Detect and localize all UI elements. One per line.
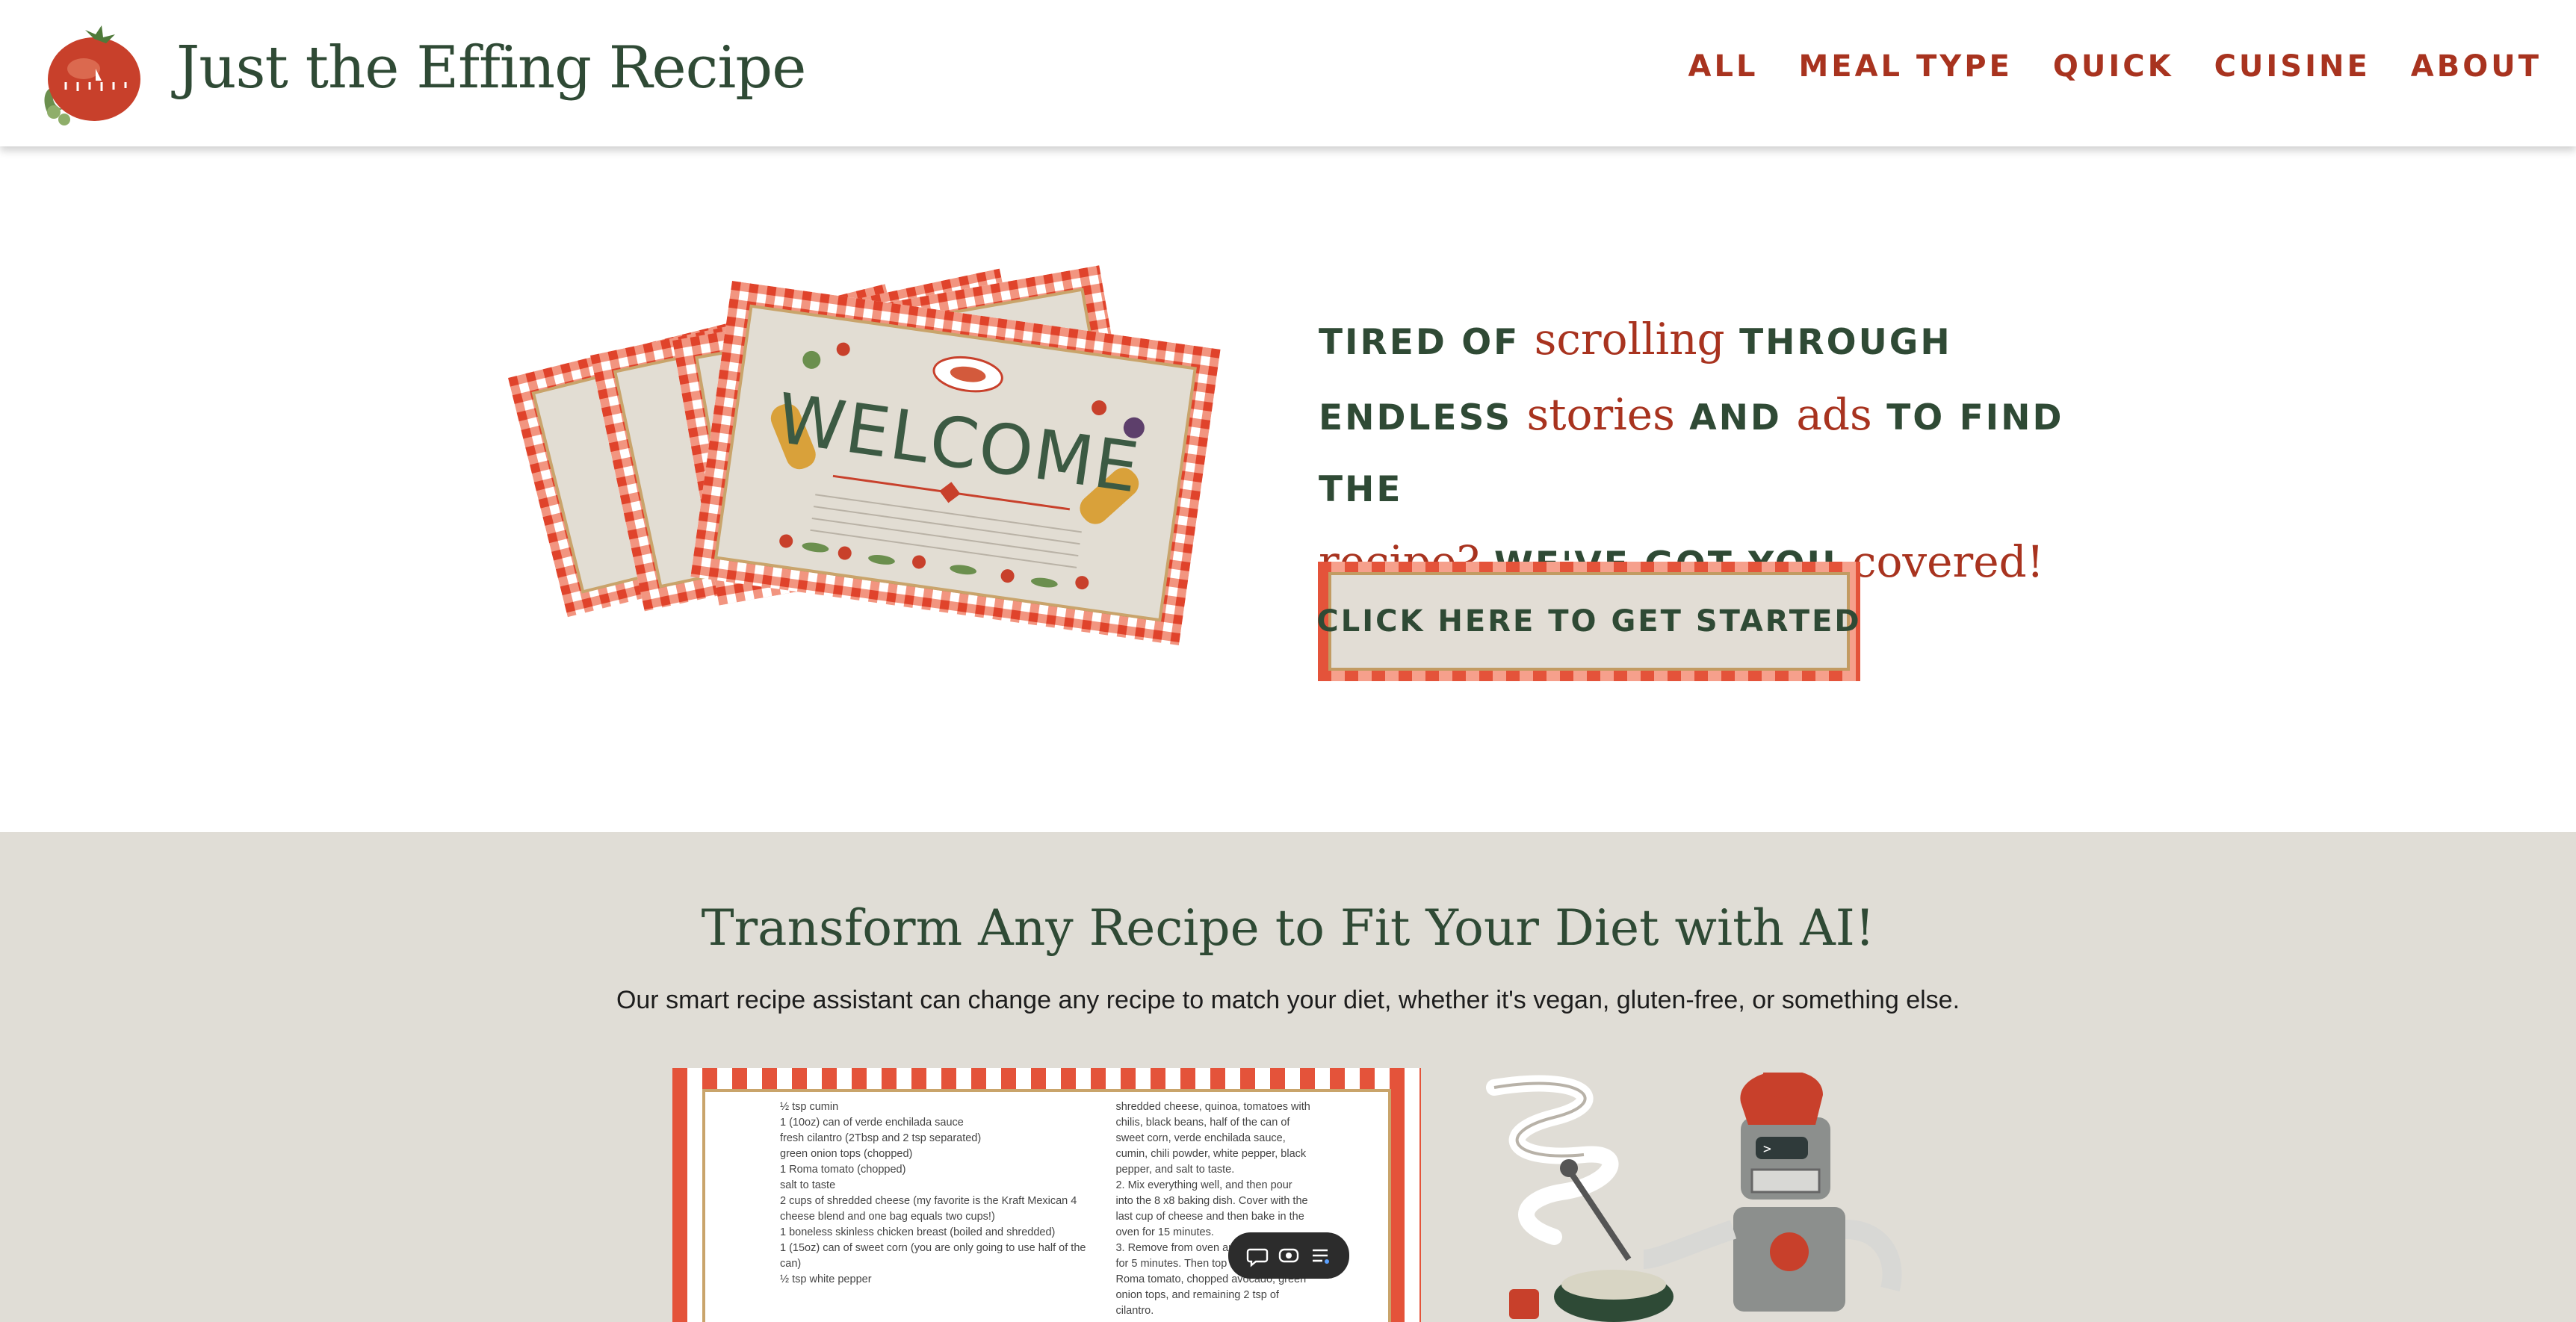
hero-accent-word: scrolling — [1534, 314, 1725, 364]
nav-cuisine[interactable]: CUISINE — [2214, 49, 2371, 84]
hero-section: WELCOME Tired of scrolling through endl — [0, 146, 2576, 832]
hero-accent-word: ads — [1796, 389, 1872, 440]
hero-text-segment: endless — [1319, 397, 1513, 438]
recipe-line: sweet corn, verde enchilada sauce, — [1115, 1132, 1286, 1144]
recipe-directions-column: shredded cheese, quinoa, tomatoes with c… — [1115, 1099, 1366, 1322]
recipe-line: shredded cheese, quinoa, tomatoes with — [1115, 1101, 1310, 1113]
nav-about[interactable]: ABOUT — [2411, 49, 2542, 84]
recipe-paper: ½ tsp cumin 1 (10oz) can of verde enchil… — [702, 1089, 1391, 1322]
recipe-line: chilis, black beans, half of the can of — [1115, 1117, 1290, 1129]
recipe-ingredients-column: ½ tsp cumin 1 (10oz) can of verde enchil… — [780, 1099, 1086, 1322]
hero-line-2: endless stories and ads to find the — [1319, 379, 2111, 526]
recipe-line: salt to taste — [780, 1179, 836, 1191]
eye-icon[interactable] — [1276, 1243, 1301, 1268]
recipe-line: ½ tsp cumin — [780, 1101, 839, 1113]
recipe-line: pepper, and salt to taste. — [1115, 1164, 1235, 1176]
list-icon[interactable] — [1307, 1243, 1333, 1268]
recipe-line: green onion tops (chopped) — [780, 1148, 913, 1160]
ai-transform-section: Transform Any Recipe to Fit Your Diet wi… — [0, 832, 2576, 1322]
get-started-label: CLICK HERE TO GET STARTED — [1316, 572, 1860, 671]
hero-accent-word: covered! — [1852, 536, 2044, 587]
recipe-line: last cup of cheese and then bake in the — [1115, 1211, 1304, 1223]
hero-text-segment: through — [1739, 322, 1952, 363]
nav-quick[interactable]: QUICK — [2053, 49, 2174, 84]
hero-tagline: Tired of scrolling through endless stori… — [1319, 303, 2111, 601]
recipe-line: cilantro. — [1115, 1305, 1154, 1317]
robot-chef-illustration: > — [1486, 1073, 1902, 1322]
svg-text:>: > — [1763, 1141, 1771, 1157]
recipe-line: into the 8 x8 baking dish. Cover with th… — [1115, 1195, 1308, 1207]
recipe-line: fresh cilantro (2Tbsp and 2 tsp separate… — [780, 1132, 982, 1144]
comment-icon[interactable] — [1245, 1243, 1270, 1268]
nav-all[interactable]: ALL — [1688, 49, 1759, 84]
floating-toolbar — [1228, 1232, 1349, 1279]
hero-text-segment: and — [1689, 397, 1782, 438]
ai-section-subtitle: Our smart recipe assistant can change an… — [616, 986, 1960, 1014]
recipe-card-preview: ½ tsp cumin 1 (10oz) can of verde enchil… — [672, 1068, 1421, 1322]
recipe-line: 2. Mix everything well, and then pour — [1115, 1179, 1292, 1191]
recipe-line: cheese blend and one bag equals two cups… — [780, 1211, 995, 1223]
hero-accent-word: stories — [1526, 389, 1675, 440]
recipe-line: 1 boneless skinless chicken breast (boil… — [780, 1226, 1056, 1238]
hero-line-1: Tired of scrolling through — [1319, 303, 2111, 379]
welcome-cards-illustration: WELCOME — [508, 265, 1221, 645]
recipe-line: 1 Roma tomato (chopped) — [780, 1164, 906, 1176]
tomato-timer-icon[interactable] — [33, 16, 146, 130]
site-header: Just the Effing Recipe ALL MEAL TYPE QUI… — [0, 0, 2576, 146]
recipe-line: onion tops, and remaining 2 tsp of — [1115, 1289, 1279, 1301]
site-title[interactable]: Just the Effing Recipe — [176, 34, 806, 102]
recipe-line: can) — [780, 1258, 802, 1270]
nav-meal-type[interactable]: MEAL TYPE — [1798, 49, 2012, 84]
recipe-line: ½ tsp white pepper — [780, 1273, 872, 1285]
hero-text-segment: Tired of — [1319, 322, 1520, 363]
main-nav: ALL MEAL TYPE QUICK CUISINE ABOUT — [1688, 49, 2542, 84]
recipe-line: 2 cups of shredded cheese (my favorite i… — [780, 1195, 1077, 1207]
get-started-button[interactable]: CLICK HERE TO GET STARTED — [1316, 562, 1860, 681]
recipe-line: 1 (10oz) can of verde enchilada sauce — [780, 1117, 964, 1129]
recipe-line: 1 (15oz) can of sweet corn (you are only… — [780, 1242, 1086, 1254]
recipe-line: cumin, chili powder, white pepper, black — [1115, 1148, 1307, 1160]
ai-section-title: Transform Any Recipe to Fit Your Diet wi… — [701, 899, 1875, 957]
